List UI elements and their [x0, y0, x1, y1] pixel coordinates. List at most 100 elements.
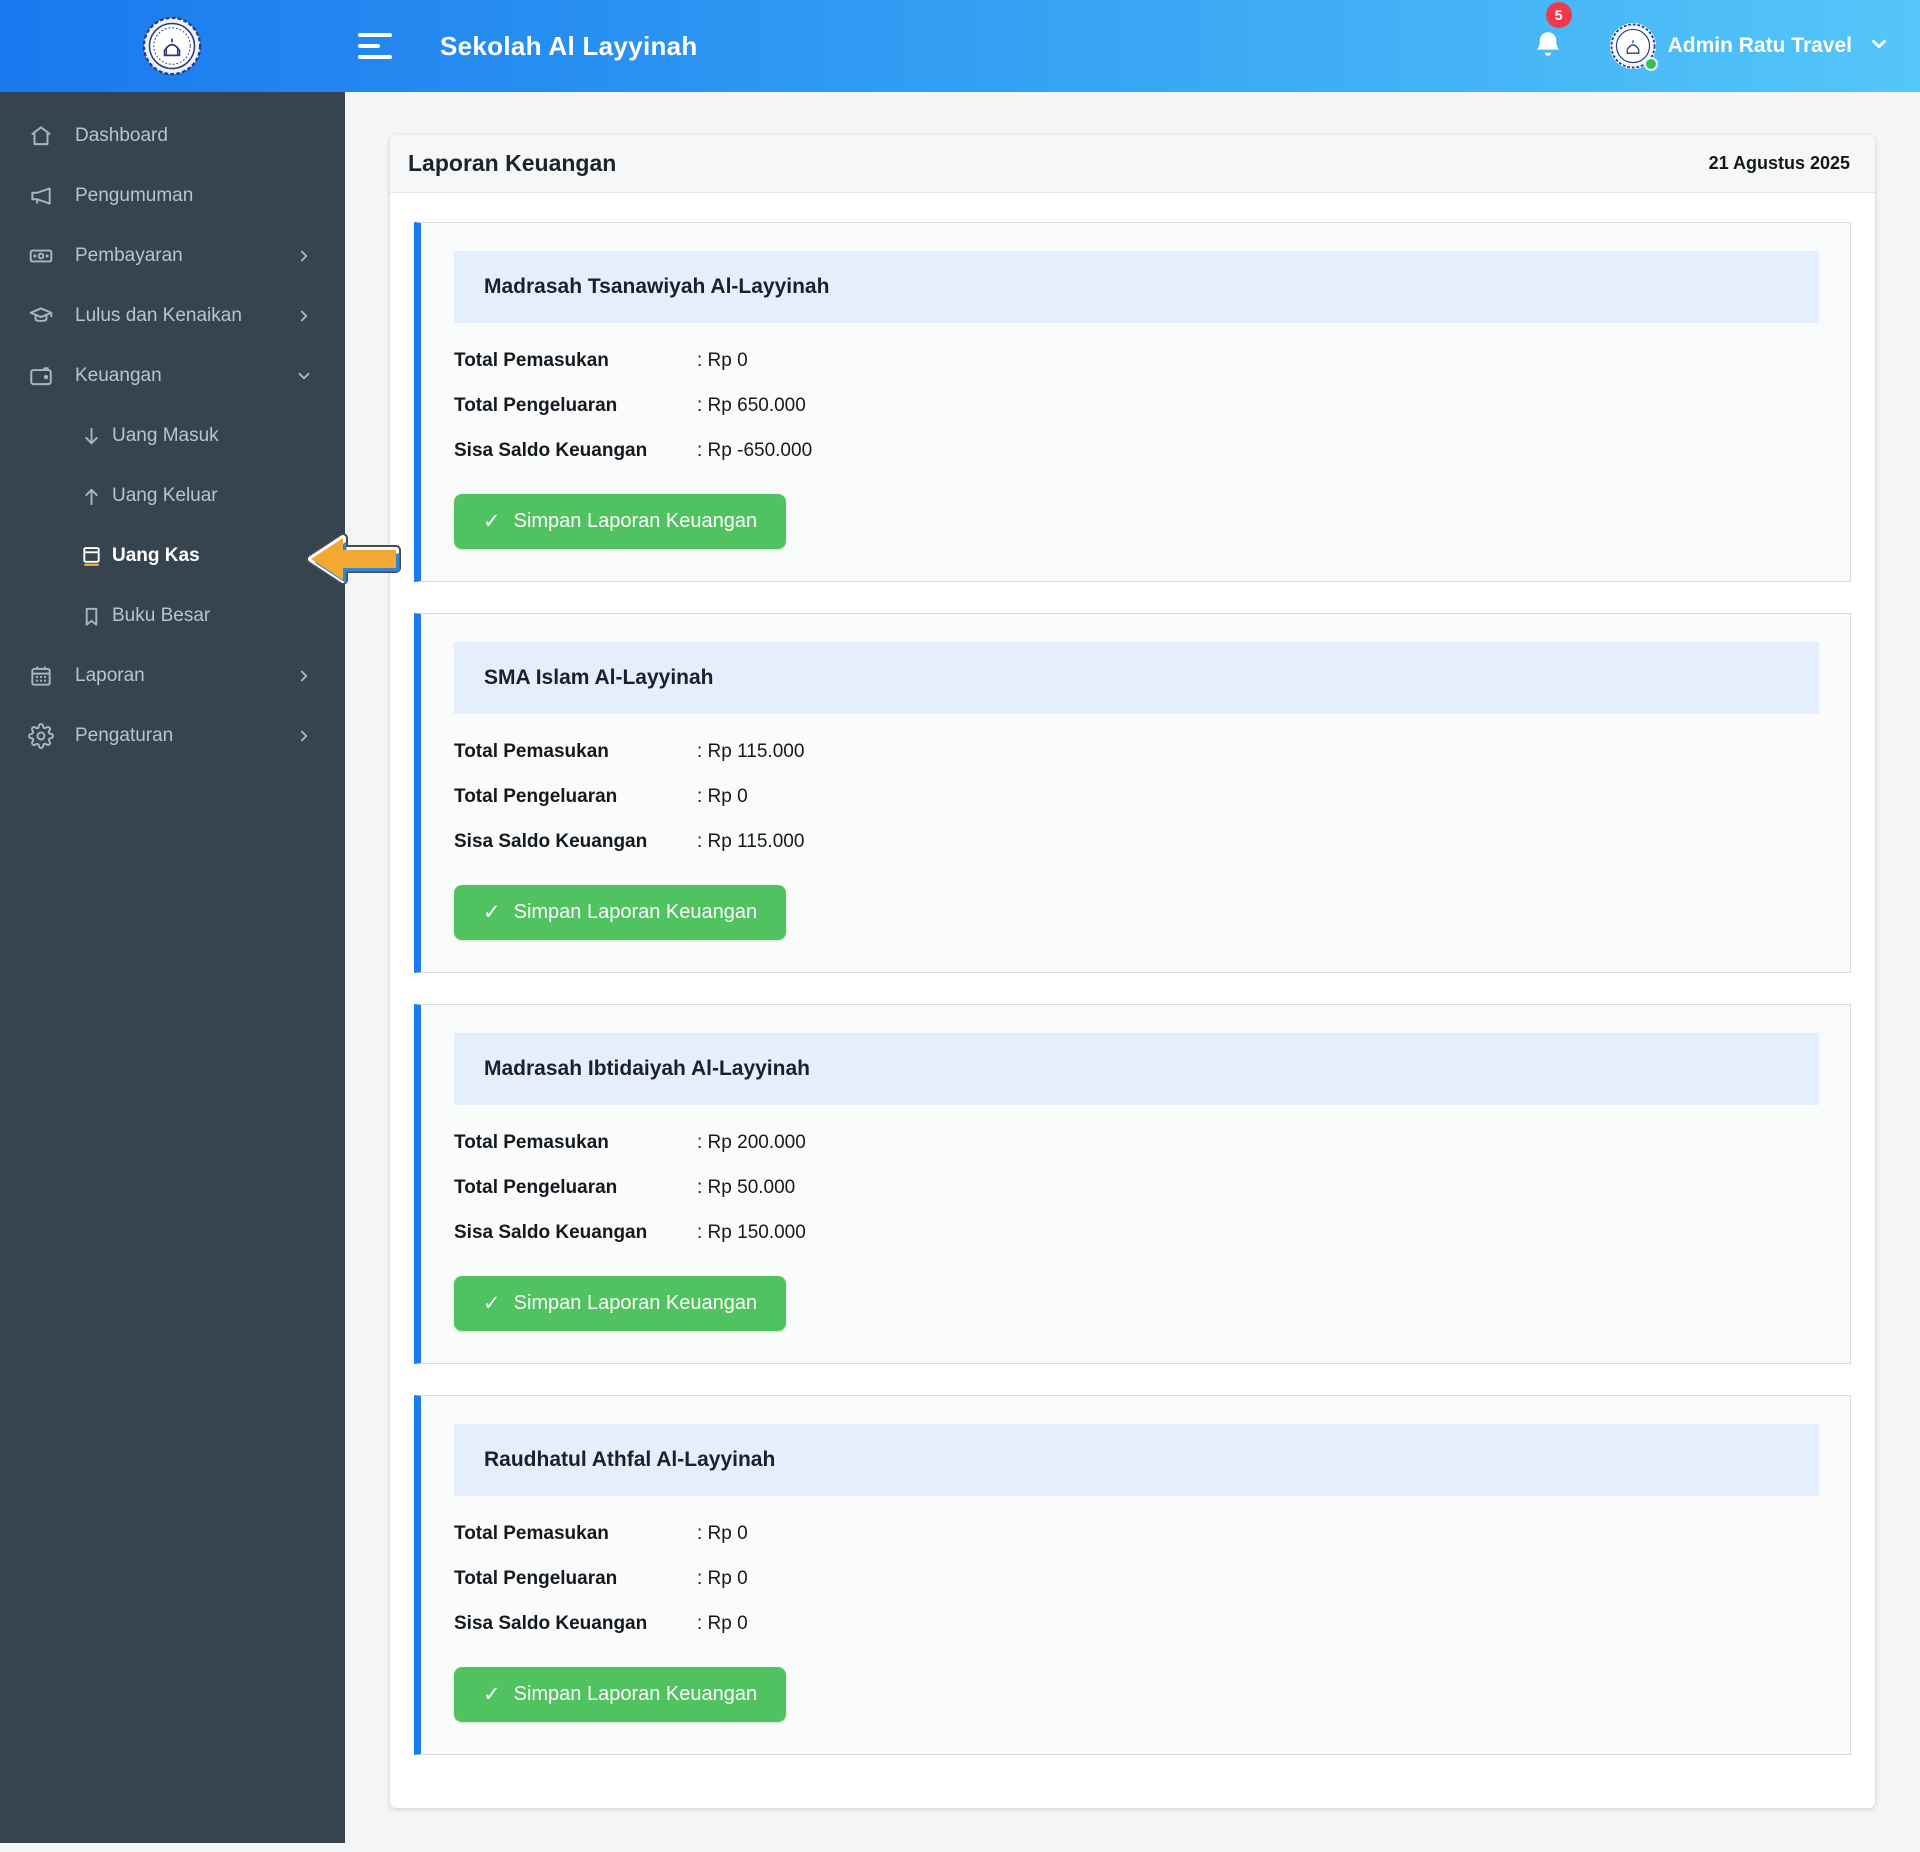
row-value: : Rp 115.000 [697, 830, 805, 852]
row-label: Total Pemasukan [454, 349, 609, 371]
save-report-button[interactable]: ✓ Simpan Laporan Keuangan [454, 1667, 787, 1722]
gear-icon [28, 723, 54, 749]
sidebar-item-lulus-dan-kenaikan[interactable]: Lulus dan Kenaikan [0, 286, 345, 346]
sidebar-item-uang-kas[interactable]: Uang Kas [0, 526, 345, 586]
cash-book-icon [80, 545, 103, 568]
save-report-button-label: Simpan Laporan Keuangan [513, 901, 758, 923]
row-value: : Rp 650.000 [697, 394, 806, 416]
panel-header: Laporan Keuangan 21 Agustus 2025 [390, 135, 1875, 193]
sidebar-item-pengumuman[interactable]: Pengumuman [0, 166, 345, 226]
avatar [1609, 23, 1658, 71]
finance-row: Total Pengeluaran : Rp 50.000 [454, 1176, 1819, 1199]
sidebar-item-dashboard[interactable]: Dashboard [0, 106, 345, 166]
check-icon: ✓ [483, 1683, 501, 1706]
finance-rows: Total Pemasukan : Rp 200.000 Total Penge… [454, 1131, 1819, 1244]
card-header-band: Madrasah Ibtidaiyah Al-Layyinah [454, 1033, 1819, 1105]
chevron-down-icon [295, 367, 313, 385]
school-finance-card-sma: SMA Islam Al-Layyinah Total Pemasukan : … [414, 613, 1851, 973]
bell-icon [1531, 32, 1565, 67]
finance-row: Total Pengeluaran : Rp 0 [454, 785, 1819, 808]
finance-row: Total Pemasukan : Rp 0 [454, 1522, 1819, 1545]
card-header-band: Raudhatul Athfal Al-Layyinah [454, 1424, 1819, 1496]
row-label: Total Pemasukan [454, 1131, 609, 1153]
row-label: Sisa Saldo Keuangan [454, 830, 648, 852]
report-date: 21 Agustus 2025 [1708, 153, 1850, 173]
row-label: Sisa Saldo Keuangan [454, 1221, 648, 1243]
save-report-button[interactable]: ✓ Simpan Laporan Keuangan [454, 494, 787, 549]
row-value: : Rp 0 [697, 349, 748, 371]
finance-row: Sisa Saldo Keuangan : Rp 0 [454, 1612, 1819, 1635]
page-title: Laporan Keuangan [408, 150, 617, 176]
sidebar-item-label: Laporan [75, 665, 145, 686]
save-report-button-label: Simpan Laporan Keuangan [513, 510, 758, 532]
finance-row: Total Pemasukan : Rp 200.000 [454, 1131, 1819, 1154]
sidebar-item-pengaturan[interactable]: Pengaturan [0, 706, 345, 766]
row-value: : Rp 0 [697, 1612, 748, 1634]
sidebar-item-label: Lulus dan Kenaikan [75, 305, 242, 326]
row-label: Total Pemasukan [454, 740, 609, 762]
finance-row: Total Pemasukan : Rp 0 [454, 349, 1819, 372]
sidebar-item-buku-besar[interactable]: Buku Besar [0, 586, 345, 646]
school-finance-card-mi: Madrasah Ibtidaiyah Al-Layyinah Total Pe… [414, 1004, 1851, 1364]
user-menu[interactable]: Admin Ratu Travel [1609, 23, 1890, 71]
finance-row: Sisa Saldo Keuangan : Rp -650.000 [454, 439, 1819, 462]
sidebar-item-laporan[interactable]: Laporan [0, 646, 345, 706]
sidebar-item-label: Pengumuman [75, 185, 194, 206]
chevron-down-icon [1868, 33, 1890, 60]
chevron-right-icon [295, 667, 313, 685]
arrow-down-icon [80, 425, 103, 448]
finance-row: Sisa Saldo Keuangan : Rp 150.000 [454, 1221, 1819, 1244]
sidebar-item-label: Keuangan [75, 365, 162, 386]
finance-rows: Total Pemasukan : Rp 0 Total Pengeluaran… [454, 1522, 1819, 1635]
school-name: Madrasah Tsanawiyah Al-Layyinah [484, 275, 830, 298]
save-report-button[interactable]: ✓ Simpan Laporan Keuangan [454, 885, 787, 940]
school-logo-icon [142, 16, 202, 76]
row-label: Sisa Saldo Keuangan [454, 439, 648, 461]
row-label: Total Pengeluaran [454, 1176, 618, 1198]
panel-body: Madrasah Tsanawiyah Al-Layyinah Total Pe… [390, 193, 1875, 1808]
row-value: : Rp 0 [697, 1522, 748, 1544]
row-label: Total Pemasukan [454, 1522, 609, 1544]
sidebar: Dashboard Pengumuman Pembayaran Lulus da… [0, 92, 345, 1843]
row-value: : Rp 115.000 [697, 740, 805, 762]
finance-row: Total Pengeluaran : Rp 0 [454, 1567, 1819, 1590]
school-finance-card-mts: Madrasah Tsanawiyah Al-Layyinah Total Pe… [414, 222, 1851, 582]
card-header-band: SMA Islam Al-Layyinah [454, 642, 1819, 714]
finance-row: Total Pengeluaran : Rp 650.000 [454, 394, 1819, 417]
save-report-button[interactable]: ✓ Simpan Laporan Keuangan [454, 1276, 787, 1331]
school-name: Madrasah Ibtidaiyah Al-Layyinah [484, 1057, 810, 1080]
megaphone-icon [28, 183, 54, 209]
notifications-button[interactable]: 5 [1530, 2, 1572, 67]
row-value: : Rp 50.000 [697, 1176, 796, 1198]
save-report-button-label: Simpan Laporan Keuangan [513, 1292, 758, 1314]
home-icon [28, 123, 54, 149]
sidebar-item-label: Uang Kas [112, 545, 200, 566]
check-icon: ✓ [483, 901, 501, 924]
finance-row: Sisa Saldo Keuangan : Rp 115.000 [454, 830, 1819, 853]
wallet-icon [28, 363, 54, 389]
sidebar-item-pembayaran[interactable]: Pembayaran [0, 226, 345, 286]
sidebar-item-keuangan[interactable]: Keuangan [0, 346, 345, 406]
row-value: : Rp 0 [697, 785, 748, 807]
row-value: : Rp -650.000 [697, 439, 813, 461]
check-icon: ✓ [483, 1292, 501, 1315]
row-value: : Rp 150.000 [697, 1221, 806, 1243]
user-name: Admin Ratu Travel [1667, 34, 1852, 57]
app-title: Sekolah Al Layyinah [440, 30, 698, 61]
chevron-right-icon [295, 727, 313, 745]
sidebar-item-uang-masuk[interactable]: Uang Masuk [0, 406, 345, 466]
sidebar-item-uang-keluar[interactable]: Uang Keluar [0, 466, 345, 526]
sidebar-item-label: Dashboard [75, 125, 168, 146]
row-value: : Rp 200.000 [697, 1131, 806, 1153]
sidebar-item-label: Pembayaran [75, 245, 183, 266]
chevron-right-icon [295, 247, 313, 265]
school-name: SMA Islam Al-Layyinah [484, 666, 714, 689]
finance-row: Total Pemasukan : Rp 115.000 [454, 740, 1819, 763]
row-label: Total Pengeluaran [454, 394, 618, 416]
main-content: Laporan Keuangan 21 Agustus 2025 Madrasa… [345, 92, 1920, 1843]
finance-rows: Total Pemasukan : Rp 115.000 Total Penge… [454, 740, 1819, 853]
online-status-dot [1643, 57, 1658, 71]
banknote-icon [28, 243, 54, 269]
row-label: Sisa Saldo Keuangan [454, 1612, 648, 1634]
menu-toggle-button[interactable] [358, 31, 396, 61]
